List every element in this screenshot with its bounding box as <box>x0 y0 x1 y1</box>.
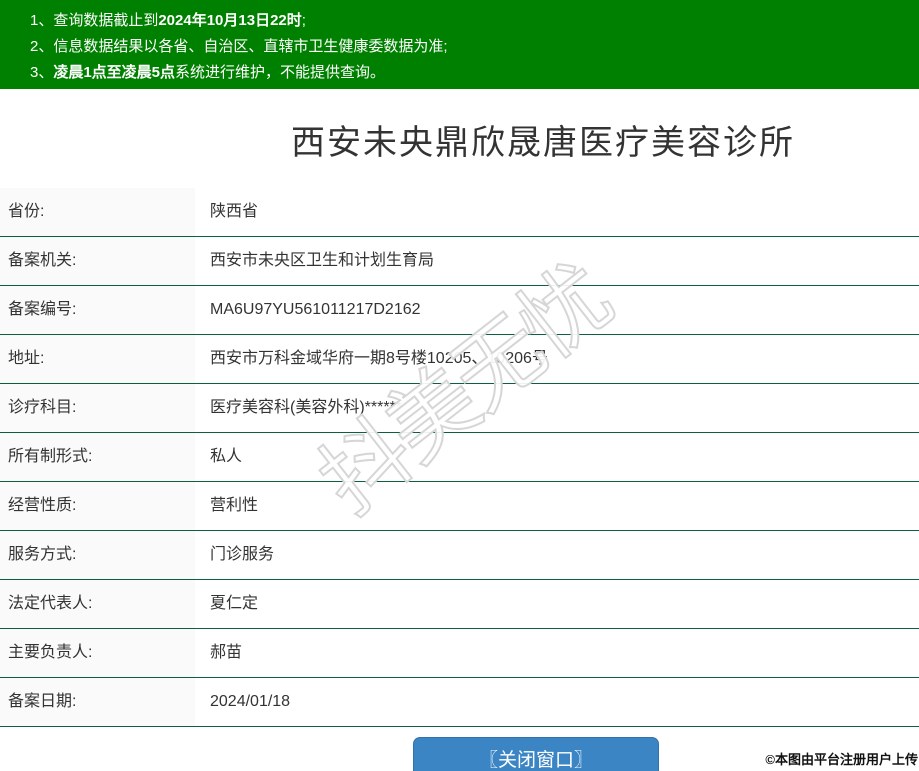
notice-text: 1、查询数据截止到 <box>30 12 159 29</box>
row-value: 郝苗 <box>210 644 243 661</box>
row-value: 私人 <box>210 448 243 465</box>
notice-banner: 1、查询数据截止到2024年10月13日22时; 2、信息数据结果以各省、自治区… <box>0 0 919 89</box>
row-label: 省份: <box>0 188 195 236</box>
row-label: 主要负责人: <box>0 629 195 677</box>
row-label: 备案机关: <box>0 237 195 285</box>
notice-text: 2、信息数据结果以各省、自治区、直辖市卫生健康委数据为准; <box>30 38 448 55</box>
table-row: 主要负责人: 郝苗 <box>0 629 919 678</box>
notice-line-1: 1、查询数据截止到2024年10月13日22时; <box>30 8 919 34</box>
table-row: 诊疗科目: 医疗美容科(美容外科)****** <box>0 384 919 433</box>
row-value: 2024/01/18 <box>210 693 291 710</box>
row-value: 夏仁定 <box>210 595 259 612</box>
row-value: 医疗美容科(美容外科)****** <box>210 399 403 416</box>
row-value: 营利性 <box>210 497 259 514</box>
table-row: 经营性质: 营利性 <box>0 482 919 531</box>
table-row: 服务方式: 门诊服务 <box>0 531 919 580</box>
notice-line-2: 2、信息数据结果以各省、自治区、直辖市卫生健康委数据为准; <box>30 34 919 60</box>
notice-line-3: 3、凌晨1点至凌晨5点系统进行维护，不能提供查询。 <box>30 60 919 86</box>
table-row: 地址: 西安市万科金域华府一期8号楼10205、10206号 <box>0 335 919 384</box>
notice-text: 系统进行维护，不能提供查询。 <box>175 64 386 81</box>
page-content: 1、查询数据截止到2024年10月13日22时; 2、信息数据结果以各省、自治区… <box>0 0 919 727</box>
table-row: 备案编号: MA6U97YU561011217D2162 <box>0 286 919 335</box>
table-row: 法定代表人: 夏仁定 <box>0 580 919 629</box>
table-row: 备案日期: 2024/01/18 <box>0 678 919 727</box>
row-label: 诊疗科目: <box>0 384 195 432</box>
row-value: 门诊服务 <box>210 546 275 563</box>
page-title: 西安未央鼎欣晟唐医疗美容诊所 <box>291 124 795 162</box>
notice-bold-text: 2024年10月13日22时 <box>158 12 302 29</box>
table-row: 所有制形式: 私人 <box>0 433 919 482</box>
row-label: 所有制形式: <box>0 433 195 481</box>
row-value: 西安市万科金域华府一期8号楼10205、10206号 <box>210 350 548 367</box>
credit-text: ©本图由平台注册用户上传 <box>765 752 918 767</box>
notice-text: ; <box>301 12 306 29</box>
row-value: MA6U97YU561011217D2162 <box>210 301 421 318</box>
row-label: 备案日期: <box>0 678 195 726</box>
row-label: 经营性质: <box>0 482 195 530</box>
notice-text: 3、 <box>30 64 54 81</box>
notice-bold-text: 凌晨1点至凌晨5点 <box>53 64 176 81</box>
row-label: 备案编号: <box>0 286 195 334</box>
close-window-button[interactable]: 〖关闭窗口〗 <box>413 737 659 771</box>
info-table: 省份: 陕西省 备案机关: 西安市未央区卫生和计划生育局 备案编号: MA6U9… <box>0 188 919 727</box>
row-value: 陕西省 <box>210 203 259 220</box>
row-value: 西安市未央区卫生和计划生育局 <box>210 252 435 269</box>
table-row: 省份: 陕西省 <box>0 188 919 237</box>
row-label: 服务方式: <box>0 531 195 579</box>
row-label: 地址: <box>0 335 195 383</box>
row-label: 法定代表人: <box>0 580 195 628</box>
table-row: 备案机关: 西安市未央区卫生和计划生育局 <box>0 237 919 286</box>
